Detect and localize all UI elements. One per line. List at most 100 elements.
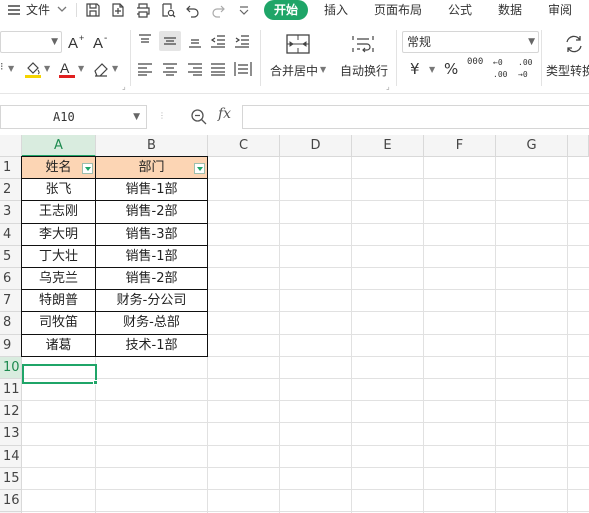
column-header-e[interactable]: E [352, 135, 424, 157]
cell-b6[interactable]: 销售-2部 [96, 268, 207, 289]
column-header-partial[interactable] [568, 135, 589, 157]
cell-a9[interactable]: 诸葛 [22, 335, 95, 356]
row-header-14[interactable]: 14 [0, 445, 22, 468]
row-header-6[interactable]: 6 [0, 268, 22, 291]
tab-review[interactable]: 审阅 [548, 0, 572, 20]
thousands-separator-button[interactable]: 000 [467, 57, 483, 67]
cell-a8[interactable]: 司牧笛 [22, 312, 95, 333]
row-header-12[interactable]: 12 [0, 401, 22, 424]
tab-data[interactable]: 数据 [498, 0, 522, 20]
tab-page-layout[interactable]: 页面布局 [374, 0, 422, 20]
increase-indent-icon[interactable] [234, 34, 250, 48]
chevron-down-icon[interactable]: ▼ [112, 64, 118, 73]
cell-a2[interactable]: 张飞 [22, 179, 95, 200]
select-all-corner[interactable] [0, 135, 22, 157]
increase-font-size-icon[interactable]: A + [67, 33, 87, 51]
cell-a5[interactable]: 丁大壮 [22, 246, 95, 267]
currency-button[interactable]: ¥ [410, 60, 420, 78]
align-center-icon[interactable] [162, 62, 178, 76]
increase-decimal-icon[interactable]: ←0.00 [493, 56, 513, 80]
column-header-c[interactable]: C [208, 135, 280, 157]
align-top-icon[interactable] [137, 34, 153, 48]
row-header-11[interactable]: 11 [0, 379, 22, 402]
row-header-4[interactable]: 4 [0, 223, 22, 246]
column-header-g[interactable]: G [496, 135, 568, 157]
justify-icon[interactable] [210, 62, 226, 76]
eraser-icon[interactable] [92, 60, 110, 78]
decrease-decimal-icon[interactable]: .00→0 [518, 56, 538, 80]
merge-center-icon[interactable] [285, 33, 311, 55]
export-pdf-icon[interactable] [110, 2, 126, 18]
print-icon[interactable] [135, 2, 151, 18]
quick-access-more-icon[interactable] [238, 4, 250, 16]
hamburger-icon[interactable] [6, 2, 22, 18]
file-menu[interactable]: 文件 [26, 0, 50, 20]
fill-handle[interactable] [93, 380, 98, 385]
cell-b5[interactable]: 销售-1部 [96, 246, 207, 267]
font-dialog-launcher-icon[interactable]: ⌟ [122, 82, 126, 91]
percent-button[interactable]: % [444, 60, 458, 78]
save-icon[interactable] [85, 2, 101, 18]
wrap-text-icon[interactable] [351, 33, 375, 55]
filter-dropdown-icon[interactable] [194, 163, 205, 174]
column-header-f[interactable]: F [424, 135, 496, 157]
name-box[interactable]: A10 ▼ [0, 105, 147, 129]
cell-a7[interactable]: 特朗普 [22, 290, 95, 311]
row-header-2[interactable]: 2 [0, 179, 22, 202]
zoom-icon[interactable] [190, 108, 208, 126]
tab-formulas[interactable]: 公式 [448, 0, 472, 20]
cell-b2[interactable]: 销售-1部 [96, 179, 207, 200]
cell-b8[interactable]: 财务-总部 [96, 312, 207, 333]
formula-input[interactable] [242, 105, 589, 129]
alignment-dialog-launcher-icon[interactable]: ⌟ [386, 82, 390, 91]
row-header-1[interactable]: 1 [0, 157, 22, 180]
chevron-down-icon[interactable]: ▼ [429, 65, 435, 74]
number-format-select[interactable]: 常规 ▼ [402, 31, 539, 53]
row-header-9[interactable]: 9 [0, 334, 22, 357]
underline-options-icon[interactable]: ⁝ [0, 60, 4, 73]
row-header-13[interactable]: 13 [0, 423, 22, 446]
print-preview-icon[interactable] [160, 2, 176, 18]
column-header-a[interactable]: A [22, 135, 96, 157]
spreadsheet-grid[interactable]: ABCDEFG 1234567891011121314151617 姓名部门张飞… [0, 135, 589, 513]
column-header-b[interactable]: B [96, 135, 208, 157]
row-header-15[interactable]: 15 [0, 467, 22, 490]
redo-icon[interactable] [210, 2, 226, 18]
tab-home[interactable]: 开始 [264, 0, 308, 20]
row-header-3[interactable]: 3 [0, 201, 22, 224]
type-convert-icon[interactable] [563, 33, 585, 55]
cell-b1[interactable]: 部门 [96, 157, 207, 179]
row-header-7[interactable]: 7 [0, 290, 22, 313]
filter-dropdown-icon[interactable] [82, 163, 93, 174]
cell-a6[interactable]: 乌克兰 [22, 268, 95, 289]
align-right-icon[interactable] [187, 62, 203, 76]
chevron-down-icon[interactable]: ▼ [8, 64, 14, 73]
cell-a1[interactable]: 姓名 [22, 157, 95, 179]
chevron-down-icon[interactable]: ▼ [78, 64, 84, 73]
active-cell-outline[interactable] [22, 364, 97, 384]
align-left-icon[interactable] [137, 62, 153, 76]
type-convert-label[interactable]: 类型转换 [546, 62, 589, 79]
cell-b9[interactable]: 技术-1部 [96, 335, 207, 356]
row-header-5[interactable]: 5 [0, 245, 22, 268]
formula-bar-grip-icon[interactable]: ⋮ [158, 111, 166, 120]
align-bottom-icon[interactable] [187, 34, 203, 48]
cell-b7[interactable]: 财务-分公司 [96, 290, 207, 311]
merge-center-label[interactable]: 合并居中 [270, 62, 318, 79]
row-header-16[interactable]: 16 [0, 490, 22, 513]
tab-insert[interactable]: 插入 [324, 0, 348, 20]
chevron-down-icon[interactable]: ▼ [44, 64, 50, 73]
chevron-down-icon[interactable] [56, 3, 68, 15]
decrease-indent-icon[interactable] [210, 34, 226, 48]
row-header-8[interactable]: 8 [0, 312, 22, 335]
undo-icon[interactable] [185, 2, 201, 18]
align-middle-button[interactable] [159, 31, 181, 51]
font-color-icon[interactable]: A [58, 59, 76, 79]
wrap-text-label[interactable]: 自动换行 [340, 62, 388, 79]
row-header-10[interactable]: 10 [0, 356, 22, 379]
distributed-align-icon[interactable] [234, 61, 252, 77]
insert-function-button[interactable]: fx [218, 106, 231, 122]
font-size-select[interactable]: ▼ [0, 31, 62, 53]
cell-a3[interactable]: 王志刚 [22, 201, 95, 222]
chevron-down-icon[interactable]: ▼ [320, 65, 326, 74]
